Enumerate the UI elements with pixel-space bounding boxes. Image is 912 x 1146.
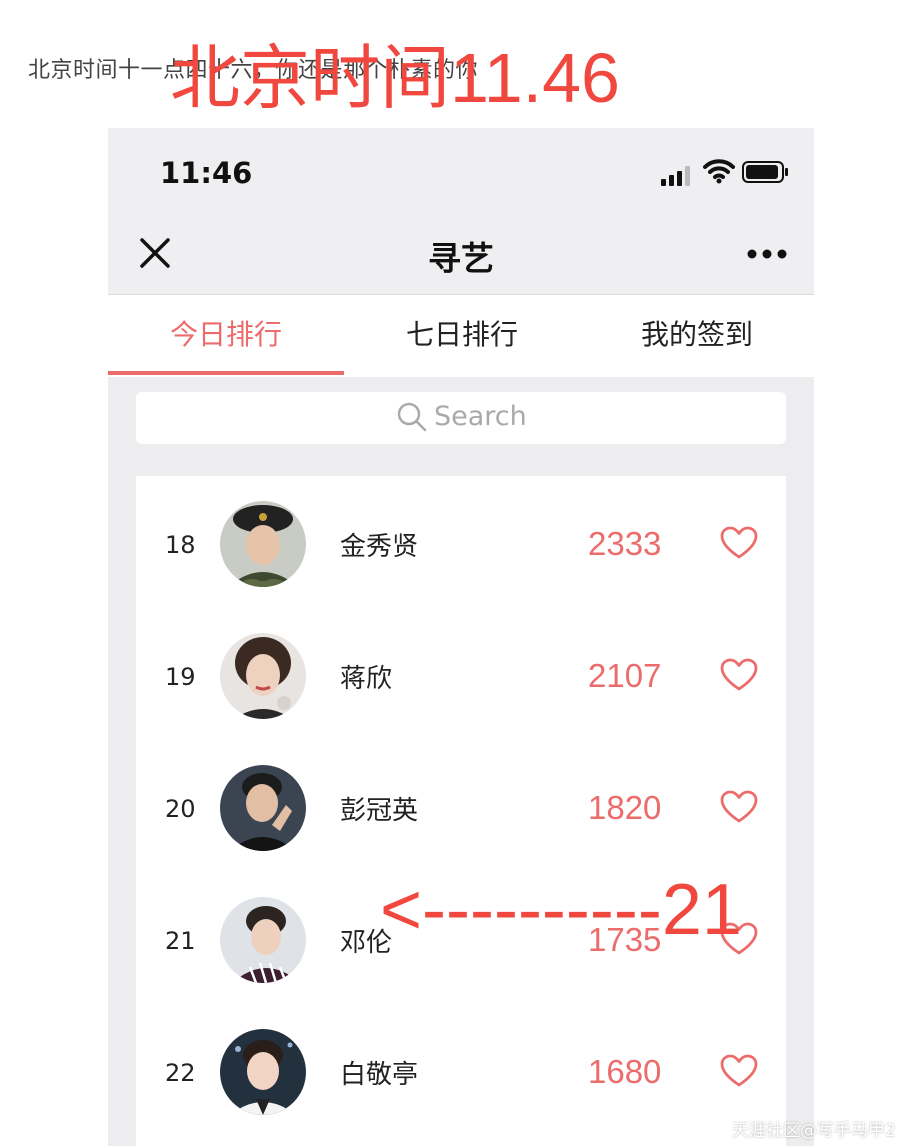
more-icon[interactable] [746,248,788,260]
list-item[interactable]: 18 金秀贤 2333 [136,476,786,608]
search-placeholder: Search [434,401,527,432]
vote-count: 1820 [588,789,662,826]
avatar [220,633,306,719]
tab-bar: 今日排行 七日排行 我的签到 [108,295,814,377]
artist-name: 金秀贤 [340,532,419,562]
nav-bar: 寻艺 [108,216,814,295]
ranking-list: 18 金秀贤 2333 19 蒋欣 2107 20 彭冠英 1820 21 邓伦… [136,476,786,1146]
rank-number: 22 [165,1059,196,1087]
status-time: 11:46 [160,156,253,190]
avatar [220,897,306,983]
vote-count: 2107 [588,657,662,694]
list-item[interactable]: 22 白敬亭 1680 [136,1004,786,1136]
page-title: 寻艺 [428,239,494,278]
heart-icon[interactable] [720,790,758,824]
artist-name: 蒋欣 [340,664,393,694]
active-tab-indicator [108,371,344,375]
signal-icon [661,166,690,186]
rank-annotation-arrow: <----------21 [380,870,742,950]
rank-number: 20 [165,795,196,823]
avatar [220,501,306,587]
tab-seven-day-ranking[interactable]: 七日排行 [344,295,580,377]
heart-icon[interactable] [720,658,758,692]
search-icon [397,402,427,432]
status-bar: 11:46 [108,128,814,216]
heart-icon[interactable] [720,1054,758,1088]
battery-icon [742,161,788,183]
list-item[interactable]: 20 彭冠英 1820 [136,740,786,872]
vote-count: 2333 [588,525,662,562]
rank-number: 18 [165,531,196,559]
rank-number: 19 [165,663,196,691]
phone-screenshot: 11:46 寻艺 今日排行 七日排行 我的签到 Search 18 金秀贤 23… [108,128,814,1146]
list-item[interactable]: 19 蒋欣 2107 [136,608,786,740]
handwritten-time-note: 北京时间11.46 [170,39,620,117]
tab-today-ranking[interactable]: 今日排行 [108,295,344,377]
avatar [220,1029,306,1115]
tab-my-checkin[interactable]: 我的签到 [580,295,814,377]
artist-name: 白敬亭 [340,1060,419,1090]
heart-icon[interactable] [720,526,758,560]
wifi-icon [703,159,735,184]
artist-name: 彭冠英 [340,796,419,826]
watermark: 天涯社区@写手马甲2 [732,1121,896,1141]
search-input[interactable]: Search [136,392,786,444]
avatar [220,765,306,851]
rank-number: 21 [165,927,196,955]
vote-count: 1680 [588,1053,662,1090]
